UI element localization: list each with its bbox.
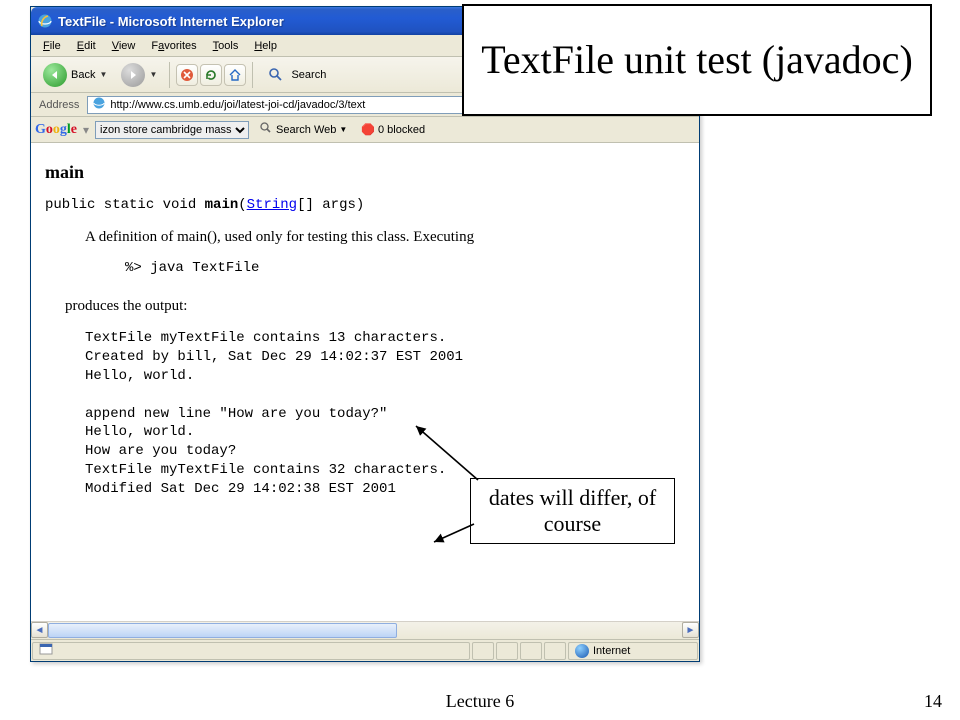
forward-icon <box>121 63 145 87</box>
back-label: Back <box>71 69 95 81</box>
output-block: TextFile myTextFile contains 13 characte… <box>85 329 685 499</box>
status-panel <box>520 642 542 660</box>
method-heading: main <box>45 162 685 183</box>
window-title: TextFile - Microsoft Internet Explorer <box>58 14 284 29</box>
status-bar: Internet <box>31 639 699 661</box>
globe-icon <box>575 644 589 658</box>
method-description: A definition of main(), used only for te… <box>85 229 685 246</box>
search-web-label: Search Web <box>276 124 336 136</box>
stop-button[interactable] <box>176 64 198 86</box>
command-example: %> java TextFile <box>125 260 685 276</box>
scroll-left-button[interactable]: ◄ <box>31 622 48 638</box>
zone-label: Internet <box>593 645 630 657</box>
menu-help[interactable]: Help <box>246 38 285 54</box>
refresh-button[interactable] <box>200 64 222 86</box>
chevron-down-icon: ▼ <box>99 70 107 79</box>
chevron-down-icon: ▼ <box>149 70 157 79</box>
status-message <box>32 642 470 660</box>
menu-file[interactable]: File <box>35 38 69 54</box>
search-web-button[interactable]: Search Web ▼ <box>255 120 351 139</box>
page-icon <box>92 96 106 113</box>
javadoc-content: main public static void main(String[] ar… <box>31 144 699 621</box>
produces-label: produces the output: <box>65 298 685 315</box>
address-label: Address <box>35 99 83 111</box>
search-web-icon <box>259 121 273 138</box>
security-zone: Internet <box>568 642 698 660</box>
home-button[interactable] <box>224 64 246 86</box>
scroll-right-button[interactable]: ► <box>682 622 699 638</box>
search-icon <box>265 64 287 86</box>
menu-edit[interactable]: Edit <box>69 38 104 54</box>
method-signature: public static void main(String[] args) <box>45 197 685 213</box>
google-logo: Google <box>35 122 77 138</box>
address-url: http://www.cs.umb.edu/joi/latest-joi-cd/… <box>110 99 365 111</box>
scroll-thumb[interactable] <box>48 623 397 638</box>
menu-view[interactable]: View <box>104 38 144 54</box>
blocked-label: 0 blocked <box>378 124 425 136</box>
string-type-link[interactable]: String <box>247 197 297 213</box>
content-area: main public static void main(String[] ar… <box>31 143 699 639</box>
menu-favorites[interactable]: Favorites <box>143 38 204 54</box>
footer-lecture: Lecture 6 <box>0 691 960 712</box>
blocked-icon: 🛑 <box>361 123 375 136</box>
status-panel <box>544 642 566 660</box>
status-panel <box>496 642 518 660</box>
forward-button[interactable]: ▼ <box>115 60 163 90</box>
google-toolbar: Google ▾ izon store cambridge mass Searc… <box>31 117 699 143</box>
google-search-input[interactable]: izon store cambridge mass <box>95 121 249 139</box>
search-label: Search <box>291 69 326 81</box>
back-button[interactable]: Back ▼ <box>37 60 113 90</box>
done-icon <box>39 642 53 659</box>
menu-tools[interactable]: Tools <box>205 38 247 54</box>
search-button[interactable]: Search <box>259 61 332 89</box>
annotation-title: TextFile unit test (javadoc) <box>462 4 932 116</box>
footer-page-number: 14 <box>924 691 942 712</box>
horizontal-scrollbar[interactable]: ◄ ► <box>31 621 699 639</box>
annotation-note: dates will differ, of course <box>470 478 675 544</box>
popup-blocked-button[interactable]: 🛑 0 blocked <box>357 122 429 137</box>
scroll-track[interactable] <box>48 622 682 639</box>
ie-icon <box>37 13 53 29</box>
status-panel <box>472 642 494 660</box>
back-icon <box>43 63 67 87</box>
